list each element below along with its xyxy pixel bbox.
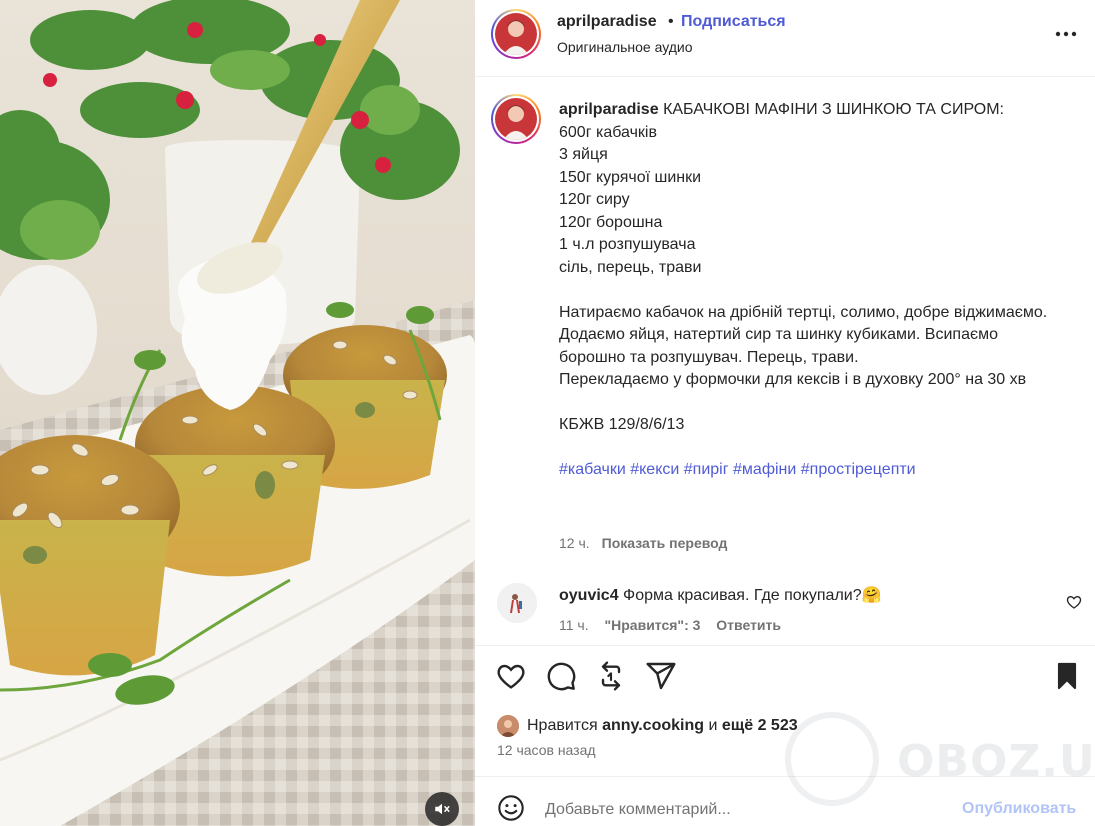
comment-button[interactable] (545, 660, 577, 692)
separator-dot: • (668, 13, 674, 30)
post-media[interactable] (0, 0, 475, 826)
commenter-username[interactable]: oyuvic4 (559, 587, 619, 604)
speaker-muted-icon (435, 803, 450, 815)
smiley-icon (498, 795, 524, 821)
ingredient-line: 1 ч.л розпушувача (559, 236, 696, 253)
more-options-button[interactable] (1053, 24, 1079, 44)
paper-plane-icon (646, 662, 676, 690)
author-username[interactable]: aprilparadise (557, 13, 657, 31)
speech-bubble-icon (547, 662, 576, 691)
more-dots-icon (1055, 31, 1077, 37)
caption-avatar-image (495, 98, 537, 140)
post-header: aprilparadise • Подписаться Оригинальное… (475, 0, 1095, 77)
step-line: Перекладаємо у формочки для кексів і в д… (559, 371, 1027, 388)
ingredient-line: 120г сиру (559, 191, 630, 208)
ingredient-line: 150г курячої шинки (559, 168, 702, 186)
author-avatar[interactable] (491, 9, 541, 59)
liker-avatar-image (497, 715, 519, 737)
likes-prefix: Нравится (527, 717, 598, 734)
like-button[interactable] (495, 660, 527, 692)
hashtag-link[interactable]: #пиріг (684, 461, 729, 478)
step-line: Додаємо яйця, натертий сир та шинку куби… (559, 326, 1003, 366)
liker-avatar[interactable] (497, 715, 519, 737)
caption-avatar[interactable] (491, 94, 541, 144)
follow-button[interactable]: Подписаться (681, 13, 786, 31)
likes-summary: Нравится anny.cooking и ещё 2 523 (497, 714, 798, 738)
author-avatar-image (495, 13, 537, 55)
caption-time: 12 ч. (559, 535, 590, 551)
heart-icon (1066, 595, 1082, 609)
comment-text: Форма красивая. Где покупали?🤗 (623, 587, 882, 604)
bookmark-icon (1057, 662, 1077, 690)
comment-likes[interactable]: "Нравится": 3 (605, 617, 701, 633)
comment-body: oyuvic4 Форма красивая. Где покупали?🤗 (559, 585, 882, 605)
likes-and: и (708, 717, 718, 734)
commenter-avatar-image (497, 583, 537, 623)
watermark: OBOZ.UA (785, 712, 1095, 812)
caption-username[interactable]: aprilparadise (559, 101, 659, 118)
watermark-text: OBOZ.UA (897, 736, 1095, 787)
hashtag-link[interactable]: #кекси (630, 461, 679, 478)
likes-count[interactable]: ещё 2 523 (722, 717, 798, 735)
reply-button[interactable]: Ответить (716, 617, 781, 633)
post-time[interactable]: 12 часов назад (497, 742, 596, 758)
post-panel: aprilparadise • Подписаться Оригинальное… (475, 0, 1095, 826)
ingredient-line: 120г борошна (559, 213, 663, 231)
step-line: Натираємо кабачок на дрібній тертці, сол… (559, 303, 1048, 321)
emoji-button[interactable] (497, 794, 525, 822)
hashtag-list: #кабачки #кекси #пиріг #мафіни #простіре… (559, 459, 1059, 482)
comment-time: 11 ч. (559, 617, 589, 633)
repost-button[interactable] (595, 660, 627, 692)
watermark-globe-icon (785, 712, 879, 806)
muffins-photo (0, 0, 475, 826)
comment-meta: 11 ч. "Нравится": 3 Ответить (559, 617, 793, 633)
share-button[interactable] (645, 660, 677, 692)
hashtag-link[interactable]: #простірецепти (801, 461, 916, 478)
hashtag-link[interactable]: #кабачки (559, 461, 626, 478)
audio-label[interactable]: Оригинальное аудио (557, 39, 693, 55)
post-caption: aprilparadise КАБАЧКОВІ МАФІНИ З ШИНКОЮ … (559, 99, 1059, 482)
save-button[interactable] (1051, 660, 1083, 692)
ingredient-line: сіль, перець, трави (559, 258, 702, 276)
liker-username[interactable]: anny.cooking (602, 717, 704, 735)
caption-title: КАБАЧКОВІ МАФІНИ З ШИНКОЮ ТА СИРОМ: (663, 101, 1004, 118)
translate-button[interactable]: Показать перевод (602, 535, 728, 551)
ingredient-line: 3 яйця (559, 146, 608, 163)
ingredient-line: 600г кабачків (559, 123, 657, 141)
caption-meta: 12 ч. Показать перевод (559, 535, 727, 551)
heart-icon (497, 664, 525, 689)
hashtag-link[interactable]: #мафіни (733, 461, 796, 478)
repost-icon (601, 661, 621, 691)
divider (475, 776, 1095, 777)
divider (475, 645, 1095, 646)
mute-button[interactable] (425, 792, 459, 826)
comment-like-button[interactable] (1066, 594, 1082, 610)
commenter-avatar[interactable] (497, 583, 537, 623)
nutrition-line: КБЖВ 129/8/6/13 (559, 416, 685, 433)
comment-input[interactable] (545, 798, 925, 822)
publish-button[interactable]: Опубликовать (962, 800, 1076, 818)
